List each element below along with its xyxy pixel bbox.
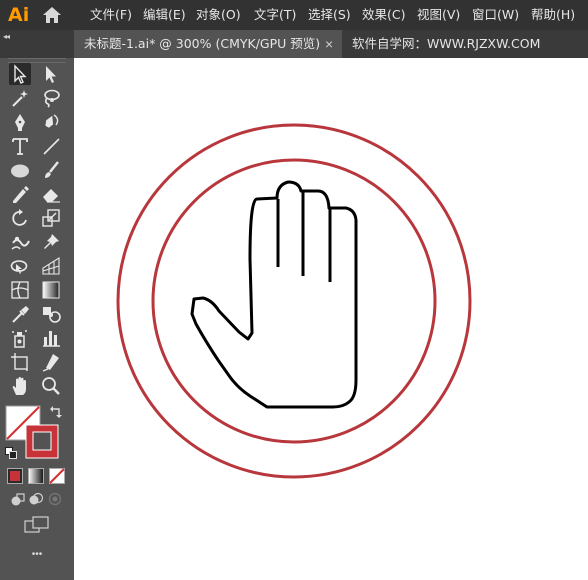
menu-window[interactable]: 窗口(W) — [472, 6, 519, 24]
rotate-tool-icon[interactable] — [9, 207, 31, 229]
slice-tool-icon[interactable] — [40, 351, 62, 373]
shaper-tool-icon[interactable] — [9, 183, 31, 205]
column-graph-tool-icon[interactable] — [40, 327, 62, 349]
menu-type[interactable]: 文字(T) — [254, 6, 296, 24]
puppet-warp-tool-icon[interactable] — [9, 231, 31, 253]
draw-behind-icon[interactable] — [28, 491, 44, 507]
watermark-text: 软件自学网：WWW.RJZXW.COM — [352, 36, 541, 51]
swap-fill-stroke-icon[interactable] — [49, 405, 63, 419]
blend-tool-icon[interactable] — [40, 303, 62, 325]
collapse-panel-icon[interactable]: ◂◂ — [3, 32, 10, 41]
color-mode-icon[interactable] — [7, 468, 23, 484]
draw-normal-icon[interactable] — [10, 491, 26, 507]
edit-toolbar-button[interactable]: ••• — [27, 548, 47, 562]
mesh-tool-icon[interactable] — [9, 279, 31, 301]
lasso-tool-icon[interactable] — [40, 87, 62, 109]
gradient-tool-icon[interactable] — [40, 279, 62, 301]
menu-help[interactable]: 帮助(H) — [531, 6, 575, 24]
symbol-sprayer-tool-icon[interactable] — [9, 327, 31, 349]
selection-tool-icon[interactable] — [9, 63, 31, 85]
menu-effect[interactable]: 效果(C) — [362, 6, 405, 24]
type-tool-icon[interactable] — [9, 135, 31, 157]
eraser-tool-icon[interactable] — [40, 183, 62, 205]
free-transform-tool-icon[interactable] — [9, 255, 31, 277]
app-logo: Ai — [8, 4, 30, 26]
inner-ring[interactable] — [151, 158, 437, 444]
none-mode-icon[interactable] — [49, 468, 65, 484]
pen-tool-icon[interactable] — [9, 111, 31, 133]
outer-ring[interactable] — [116, 123, 472, 479]
home-icon[interactable] — [42, 6, 62, 24]
menu-select[interactable]: 选择(S) — [308, 6, 351, 24]
curvature-tool-icon[interactable] — [40, 111, 62, 133]
magic-wand-tool-icon[interactable] — [9, 87, 31, 109]
direct-selection-tool-icon[interactable] — [40, 63, 62, 85]
eyedropper-tool-icon[interactable] — [9, 303, 31, 325]
perspective-grid-tool-icon[interactable] — [40, 255, 62, 277]
menu-file[interactable]: 文件(F) — [90, 6, 132, 24]
document-tab-title[interactable]: 未标题-1.ai* @ 300% (CMYK/GPU 预览) — [84, 35, 320, 53]
ellipse-tool-icon[interactable] — [9, 159, 31, 181]
line-segment-tool-icon[interactable] — [40, 135, 62, 157]
scale-tool-icon[interactable] — [40, 207, 62, 229]
menu-edit[interactable]: 编辑(E) — [143, 6, 186, 24]
artboard-tool-icon[interactable] — [9, 351, 31, 373]
close-icon[interactable]: × — [325, 36, 339, 52]
hand-tool-icon[interactable] — [9, 375, 31, 397]
paintbrush-tool-icon[interactable] — [40, 159, 62, 181]
menu-object[interactable]: 对象(O) — [196, 6, 241, 24]
gradient-mode-icon[interactable] — [28, 468, 44, 484]
default-colors-icon[interactable] — [5, 446, 17, 459]
draw-inside-icon[interactable] — [47, 491, 63, 507]
screen-mode-icon[interactable] — [24, 516, 50, 534]
zoom-tool-icon[interactable] — [40, 375, 62, 397]
menu-view[interactable]: 视图(V) — [417, 6, 460, 24]
pin-tool-icon[interactable] — [40, 231, 62, 253]
artwork — [116, 123, 472, 479]
